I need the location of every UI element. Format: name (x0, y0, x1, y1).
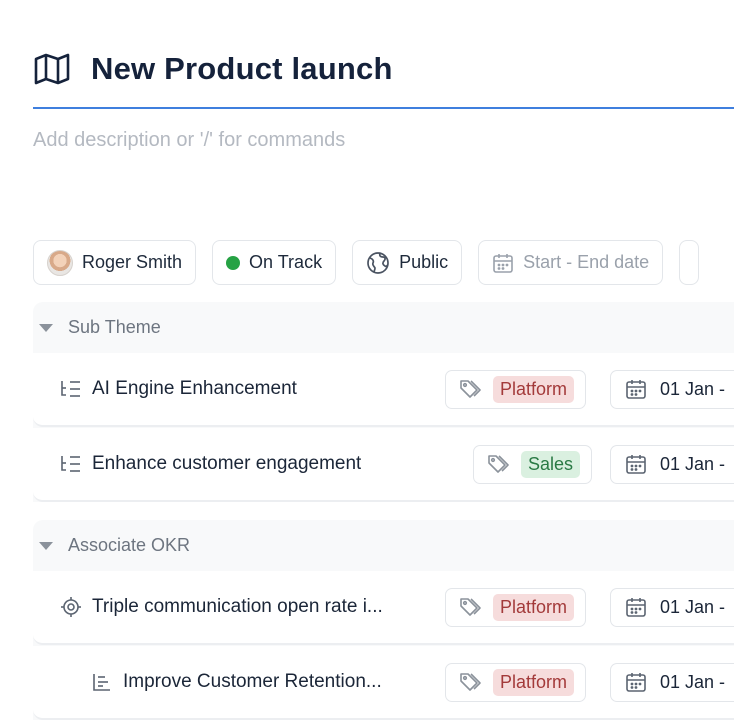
tag-pill: Platform (493, 668, 575, 696)
row-title: Enhance customer engagement (92, 453, 362, 474)
page-title[interactable]: New Product launch (91, 51, 393, 87)
target-icon (60, 596, 82, 618)
section-header[interactable]: Associate OKR (33, 520, 734, 571)
avatar (47, 249, 73, 276)
map-icon (33, 50, 71, 88)
subtheme-list-icon (60, 378, 82, 400)
row-title: Triple communication open rate i... (92, 596, 383, 617)
list-item[interactable]: Improve Customer Retention... Platform 0… (33, 646, 734, 720)
tag-selector[interactable]: Sales (473, 444, 593, 484)
calendar-icon (625, 596, 647, 618)
caret-down-icon (39, 541, 53, 550)
tag-pill: Sales (521, 450, 581, 478)
calendar-icon (625, 453, 647, 475)
row-date: 01 Jan - (660, 596, 726, 617)
property-chips: Roger Smith On Track Public Start - End … (33, 240, 700, 285)
tag-icon (459, 671, 483, 693)
calendar-icon (492, 252, 514, 274)
title-focus-underline (33, 107, 734, 109)
owner-name: Roger Smith (82, 252, 183, 272)
section-title: Associate OKR (68, 535, 191, 555)
list-item[interactable]: Triple communication open rate i... Plat… (33, 571, 734, 645)
section-header[interactable]: Sub Theme (33, 302, 734, 353)
date-selector[interactable]: 01 Jan - (610, 369, 734, 409)
row-title: AI Engine Enhancement (92, 378, 297, 399)
page-header: New Product launch (33, 50, 393, 88)
calendar-icon (625, 378, 647, 400)
status-chip[interactable]: On Track (212, 240, 337, 285)
tag-icon (459, 378, 483, 400)
owner-chip[interactable]: Roger Smith (33, 240, 197, 285)
section-title: Sub Theme (68, 317, 161, 337)
list-item[interactable]: Enhance customer engagement Sales 01 Jan… (33, 428, 734, 502)
tag-selector[interactable]: Platform (445, 369, 587, 409)
row-date: 01 Jan - (660, 671, 726, 692)
status-label: On Track (249, 252, 323, 272)
tag-pill: Platform (493, 375, 575, 403)
subtheme-list-icon (60, 453, 82, 475)
caret-down-icon (39, 323, 53, 332)
date-selector[interactable]: 01 Jan - (610, 444, 734, 484)
row-title: Improve Customer Retention... (123, 671, 382, 692)
date-selector[interactable]: 01 Jan - (610, 662, 734, 702)
row-date: 01 Jan - (660, 453, 726, 474)
key-result-icon (91, 671, 113, 693)
tag-selector[interactable]: Platform (445, 587, 587, 627)
status-dot-icon (226, 255, 241, 270)
tag-selector[interactable]: Platform (445, 662, 587, 702)
description-input[interactable]: Add description or '/' for commands (33, 129, 345, 152)
row-date: 01 Jan - (660, 378, 726, 399)
visibility-chip[interactable]: Public (352, 240, 463, 285)
list-item[interactable]: AI Engine Enhancement Platform 01 Jan - (33, 353, 734, 427)
globe-icon (366, 251, 390, 275)
tag-pill: Platform (493, 593, 575, 621)
date-range-placeholder: Start - End date (523, 252, 650, 272)
tag-icon (459, 596, 483, 618)
visibility-label: Public (399, 252, 449, 272)
more-chip[interactable] (679, 240, 700, 285)
date-range-chip[interactable]: Start - End date (478, 240, 664, 285)
tag-icon (487, 453, 511, 475)
calendar-icon (625, 671, 647, 693)
date-selector[interactable]: 01 Jan - (610, 587, 734, 627)
